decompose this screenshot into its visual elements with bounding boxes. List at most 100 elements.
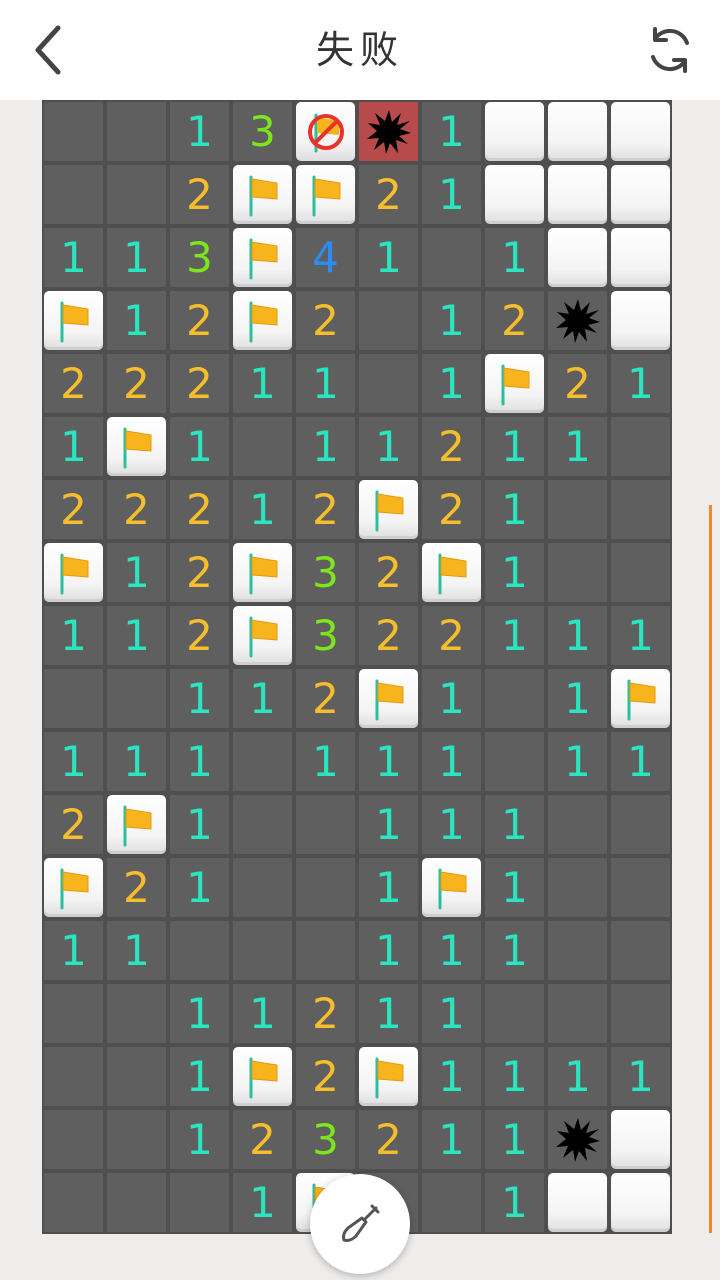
restart-button[interactable] [642, 22, 698, 78]
chevron-left-icon [35, 25, 61, 75]
revealed-cell [233, 417, 292, 476]
cell-number: 1 [627, 359, 654, 408]
mine-icon [366, 109, 411, 154]
revealed-cell [296, 858, 355, 917]
revealed-cell: 2 [296, 1047, 355, 1106]
cell-number: 3 [312, 611, 339, 660]
covered-cell[interactable] [548, 165, 607, 224]
revealed-cell [107, 669, 166, 728]
flagged-cell[interactable] [233, 165, 292, 224]
cell-number: 3 [186, 233, 213, 282]
cell-number: 1 [375, 863, 402, 912]
revealed-cell: 1 [548, 606, 607, 665]
revealed-cell: 2 [359, 165, 418, 224]
flagged-cell[interactable] [233, 228, 292, 287]
revealed-cell [611, 795, 670, 854]
flagged-cell[interactable] [485, 354, 544, 413]
cell-number: 2 [123, 863, 150, 912]
revealed-cell: 1 [107, 543, 166, 602]
revealed-cell [107, 1173, 166, 1232]
cell-number: 1 [564, 1052, 591, 1101]
flagged-cell[interactable] [44, 543, 103, 602]
flagged-cell[interactable] [233, 606, 292, 665]
cell-number: 1 [60, 611, 87, 660]
revealed-cell: 1 [422, 354, 481, 413]
wrong-flag-cell[interactable] [296, 102, 355, 161]
cell-number: 1 [564, 611, 591, 660]
revealed-cell: 1 [611, 354, 670, 413]
revealed-cell: 1 [485, 543, 544, 602]
flag-icon [249, 1057, 277, 1098]
flagged-cell[interactable] [233, 291, 292, 350]
flagged-cell[interactable] [359, 480, 418, 539]
back-button[interactable] [26, 22, 70, 78]
revealed-cell: 1 [485, 417, 544, 476]
revealed-cell: 1 [170, 795, 229, 854]
revealed-cell: 1 [611, 732, 670, 791]
cell-number: 1 [564, 422, 591, 471]
covered-cell[interactable] [548, 102, 607, 161]
revealed-cell: 2 [170, 606, 229, 665]
cell-number: 2 [564, 359, 591, 408]
mine-cell[interactable] [548, 1110, 607, 1169]
flagged-cell[interactable] [359, 669, 418, 728]
cell-number: 1 [186, 989, 213, 1038]
covered-cell[interactable] [611, 228, 670, 287]
refresh-icon [651, 27, 689, 73]
cell-number: 1 [375, 926, 402, 975]
revealed-cell: 2 [107, 858, 166, 917]
covered-cell[interactable] [611, 165, 670, 224]
covered-cell[interactable] [611, 1173, 670, 1232]
flag-icon [501, 364, 529, 405]
revealed-cell [107, 984, 166, 1043]
revealed-cell: 1 [170, 858, 229, 917]
revealed-cell: 1 [233, 480, 292, 539]
mine-cell[interactable] [548, 291, 607, 350]
dig-mode-button[interactable] [310, 1174, 410, 1274]
covered-cell[interactable] [485, 165, 544, 224]
covered-cell[interactable] [611, 102, 670, 161]
flag-icon [438, 553, 466, 594]
revealed-cell: 1 [548, 417, 607, 476]
flagged-cell[interactable] [359, 1047, 418, 1106]
covered-cell[interactable] [611, 291, 670, 350]
flagged-cell[interactable] [44, 291, 103, 350]
cell-number: 2 [249, 1115, 276, 1164]
flagged-cell[interactable] [44, 858, 103, 917]
cell-number: 1 [438, 674, 465, 723]
revealed-cell: 2 [422, 417, 481, 476]
revealed-cell [233, 858, 292, 917]
flagged-cell[interactable] [107, 417, 166, 476]
revealed-cell: 1 [44, 921, 103, 980]
cell-number: 1 [123, 926, 150, 975]
cell-number: 1 [312, 737, 339, 786]
covered-cell[interactable] [548, 1173, 607, 1232]
cell-number: 2 [375, 1115, 402, 1164]
revealed-cell: 1 [107, 291, 166, 350]
cell-number: 1 [249, 989, 276, 1038]
revealed-cell [233, 732, 292, 791]
flagged-cell[interactable] [422, 543, 481, 602]
cell-number: 1 [186, 107, 213, 156]
cell-number: 1 [60, 422, 87, 471]
cell-number: 2 [501, 296, 528, 345]
flagged-cell[interactable] [107, 795, 166, 854]
revealed-cell: 1 [422, 984, 481, 1043]
flagged-cell[interactable] [233, 1047, 292, 1106]
cell-number: 1 [501, 422, 528, 471]
revealed-cell: 1 [611, 606, 670, 665]
flagged-cell[interactable] [233, 543, 292, 602]
flagged-cell[interactable] [296, 165, 355, 224]
exploded-mine-cell[interactable] [359, 102, 418, 161]
revealed-cell: 1 [359, 417, 418, 476]
covered-cell[interactable] [548, 228, 607, 287]
cell-number: 1 [564, 737, 591, 786]
flagged-cell[interactable] [422, 858, 481, 917]
revealed-cell: 4 [296, 228, 355, 287]
flag-icon [375, 1057, 403, 1098]
covered-cell[interactable] [485, 102, 544, 161]
revealed-cell: 2 [170, 291, 229, 350]
covered-cell[interactable] [611, 1110, 670, 1169]
flagged-cell[interactable] [611, 669, 670, 728]
cell-number: 2 [186, 485, 213, 534]
